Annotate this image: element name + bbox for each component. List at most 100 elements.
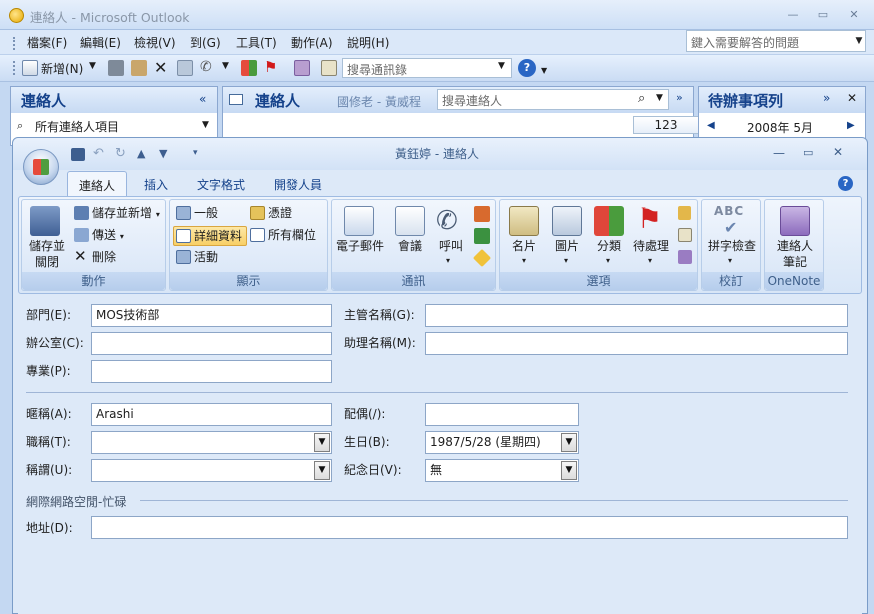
close-icon[interactable]: ✕ [833, 145, 843, 159]
meeting-button[interactable]: 會議 [390, 238, 430, 254]
minimize-icon[interactable]: — [773, 146, 785, 160]
menu-view[interactable]: 檢視(V) [134, 34, 176, 51]
email-button[interactable]: 電子郵件 [334, 238, 386, 254]
tab-insert[interactable]: 插入 [144, 176, 168, 193]
print-icon[interactable] [108, 60, 124, 76]
search-address-book-input[interactable]: 搜尋通訊錄 ▼ [342, 58, 512, 78]
general-button[interactable]: 一般 [174, 204, 244, 224]
meeting-icon[interactable] [395, 206, 425, 236]
new-button[interactable]: 新增(N) [41, 60, 83, 77]
picture-icon[interactable] [552, 206, 582, 236]
categorize-icon[interactable] [241, 60, 257, 76]
toolbar-options-icon[interactable]: ▼ [541, 66, 547, 75]
address-book-icon[interactable] [321, 60, 337, 76]
send-button[interactable]: 傳送 ▾ [72, 226, 142, 246]
delete-button[interactable]: ✕ 刪除 [72, 248, 142, 268]
contact-notes-button[interactable]: 連絡人 筆記 [767, 238, 823, 270]
menu-help[interactable]: 說明(H) [347, 34, 389, 51]
chevron-down-icon[interactable]: ▼ [498, 61, 505, 71]
details-button[interactable]: 詳細資料 [173, 226, 247, 246]
search-contacts-input[interactable]: 搜尋連絡人 ⌕ ▼ [437, 89, 669, 110]
follow-up-button[interactable]: 待處理 [628, 238, 674, 254]
chevron-down-icon[interactable]: ▼ [314, 433, 330, 452]
business-card-icon[interactable] [509, 206, 539, 236]
tab-format-text[interactable]: 文字格式 [197, 176, 245, 193]
address-book-icon[interactable] [678, 228, 692, 242]
office-field[interactable] [91, 332, 332, 355]
spouse-field[interactable] [425, 403, 579, 426]
all-fields-button[interactable]: 所有欄位 [248, 226, 326, 246]
categorize-button[interactable]: 分類 [590, 238, 628, 254]
call-button[interactable]: 呼叫 [432, 238, 470, 254]
certificates-button[interactable]: 憑證 [248, 204, 318, 224]
chevron-down-icon[interactable]: ▼ [852, 31, 866, 51]
save-icon[interactable] [71, 148, 85, 161]
help-icon[interactable]: ? [518, 59, 536, 77]
next-item-icon[interactable]: ▼ [159, 147, 167, 160]
save-close-icon[interactable] [30, 206, 60, 236]
spelling-button[interactable]: 拼字檢查 [704, 238, 760, 254]
onenote-toolbar-icon[interactable] [294, 60, 310, 76]
phone-dropdown-icon[interactable]: ▼ [222, 61, 229, 71]
collapse-pane-icon[interactable]: « [199, 92, 206, 106]
categorize-icon[interactable] [594, 206, 624, 236]
chevron-down-icon[interactable]: ▼ [656, 93, 663, 103]
close-icon[interactable]: ✕ [847, 91, 857, 105]
picture-button[interactable]: 圖片 [546, 238, 588, 254]
follow-up-flag-icon[interactable]: ⚑ [637, 204, 662, 234]
chevron-down-icon[interactable]: ▼ [561, 433, 577, 452]
call-dropdown-icon[interactable]: ▾ [446, 256, 450, 265]
new-dropdown-icon[interactable]: ▼ [89, 61, 96, 71]
menu-file[interactable]: 檔案(F) [27, 34, 67, 51]
chevron-down-icon[interactable]: ▼ [561, 461, 577, 480]
tab-developer[interactable]: 開發人員 [274, 176, 322, 193]
help-icon[interactable]: ? [838, 176, 853, 191]
maximize-icon[interactable]: ▭ [803, 146, 813, 159]
next-month-icon[interactable]: ▶ [847, 120, 855, 131]
private-lock-icon[interactable] [678, 206, 691, 220]
email-icon[interactable] [344, 206, 374, 236]
task-icon[interactable] [474, 206, 490, 222]
chevron-down-icon[interactable]: ▼ [202, 120, 209, 130]
birthday-picker[interactable]: 1987/5/28 (星期四) ▼ [425, 431, 579, 454]
all-contacts-item[interactable]: 所有連絡人項目 [35, 118, 119, 135]
tab-contact[interactable]: 連絡人 [67, 171, 127, 196]
nickname-field[interactable]: Arashi [91, 403, 332, 426]
expand-icon[interactable]: » [676, 91, 683, 104]
search-icon[interactable]: ⌕ [638, 91, 645, 106]
spelling-dropdown-icon[interactable]: ▾ [728, 256, 732, 265]
delete-icon[interactable]: ✕ [154, 58, 167, 77]
address-card-icon[interactable] [177, 60, 193, 76]
suffix-combo[interactable]: ▼ [91, 459, 332, 482]
follow-up-dropdown-icon[interactable]: ▾ [648, 256, 652, 265]
move-to-folder-icon[interactable] [131, 60, 147, 76]
index-button-123[interactable]: 123 [633, 116, 699, 134]
manager-field[interactable] [425, 304, 848, 327]
check-names-icon[interactable] [678, 250, 692, 264]
business-card-button[interactable]: 名片 [504, 238, 544, 254]
spelling-check-icon[interactable]: ABC [714, 204, 744, 218]
phone-icon[interactable]: ✆ [436, 206, 458, 236]
maximize-icon[interactable]: ▭ [815, 8, 831, 22]
web-page-icon[interactable] [474, 228, 490, 244]
save-close-button[interactable]: 儲存並 關閉 [24, 238, 70, 270]
business-card-dropdown-icon[interactable]: ▾ [522, 256, 526, 265]
previous-item-icon[interactable]: ▲ [137, 147, 145, 160]
help-question-box[interactable]: 鍵入需要解答的問題 ▼ [686, 30, 866, 52]
menu-tools[interactable]: 工具(T) [236, 34, 277, 51]
profession-field[interactable] [91, 360, 332, 383]
minimize-icon[interactable]: — [785, 8, 801, 22]
activities-button[interactable]: 活動 [174, 248, 244, 268]
menu-edit[interactable]: 編輯(E) [80, 34, 121, 51]
menu-go[interactable]: 到(G) [190, 34, 221, 51]
follow-up-flag-icon[interactable]: ⚑ [264, 58, 277, 76]
customize-quick-access-icon[interactable]: ▾ [193, 148, 198, 158]
department-field[interactable]: MOS技術部 [91, 304, 332, 327]
picture-dropdown-icon[interactable]: ▾ [564, 256, 568, 265]
address-field[interactable] [91, 516, 848, 539]
phone-icon[interactable]: ✆ [200, 59, 212, 75]
onenote-icon[interactable] [780, 206, 810, 236]
redo-icon[interactable]: ↻ [115, 146, 126, 161]
close-icon[interactable]: ✕ [846, 8, 862, 22]
assistant-field[interactable] [425, 332, 848, 355]
